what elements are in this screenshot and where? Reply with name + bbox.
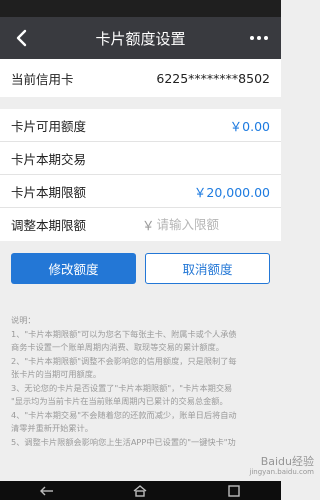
period-trade-label: 卡片本期交易: [11, 151, 87, 167]
available-limit-row: 卡片可用额度 ￥0.00: [0, 109, 281, 142]
period-trade-row: 卡片本期交易: [0, 142, 281, 175]
available-limit-label: 卡片可用额度: [11, 118, 87, 134]
watermark-brand: Baidu经验: [260, 455, 314, 468]
title-bar: 卡片额度设置: [0, 17, 281, 59]
adjust-limit-row: 调整本期限额 ￥: [0, 208, 281, 241]
watermark-url: jingyan.baidu.com: [249, 468, 314, 476]
nav-recent-icon[interactable]: [219, 481, 249, 500]
cancel-limit-button[interactable]: 取消额度: [145, 253, 270, 284]
adjust-limit-label: 调整本期限额: [11, 218, 87, 233]
page-title: 卡片额度设置: [95, 29, 186, 48]
notes-line: 3、无论您的卡片是否设置了"卡片本期限额"，"卡片本期交易: [11, 382, 233, 393]
limit-group: 卡片可用额度 ￥0.00 卡片本期交易 卡片本期限额 ￥20,000.00 调整…: [0, 109, 281, 241]
notes-line: 商务卡设置一个账单周期内消费、取现等交易的累计额度。: [11, 342, 224, 352]
notes-line: 张卡片的当期可用额度。: [11, 369, 102, 379]
period-limit-value: ￥20,000.00: [193, 184, 270, 200]
notes-line: 清零并重新开始累计。: [11, 423, 93, 433]
action-buttons: 修改额度 取消额度: [0, 253, 281, 284]
period-limit-row: 卡片本期限额 ￥20,000.00: [0, 175, 281, 208]
notes-line: 1、"卡片本期限额"可以为您名下每张主卡、附属卡或个人承债: [11, 328, 237, 339]
notes-line: "显示均为当前卡片在当前账单周期内已累计的交易总金额。: [11, 396, 228, 406]
more-dots-icon[interactable]: [247, 26, 271, 50]
current-card-number: 6225********8502: [156, 70, 270, 86]
notes-title: 说明：: [11, 315, 36, 325]
modify-limit-button[interactable]: 修改额度: [11, 253, 136, 284]
currency-symbol: ￥: [142, 218, 155, 233]
adjust-limit-input[interactable]: [156, 217, 267, 232]
current-card-row: 当前信用卡 6225********8502: [0, 59, 281, 97]
period-limit-label: 卡片本期限额: [11, 184, 87, 200]
notes-line: 4、"卡片本期交易"不会随着您的还款而减少，账单日后将自动: [11, 409, 237, 420]
watermark: Baidu经验 jingyan.baidu.com: [249, 456, 314, 478]
available-limit-value: ￥0.00: [229, 118, 270, 134]
adjust-limit-input-wrap: ￥: [142, 215, 270, 234]
current-card-label: 当前信用卡: [11, 71, 74, 87]
status-bar: [0, 0, 281, 17]
nav-back-icon[interactable]: [32, 481, 62, 500]
notes-line: 2、"卡片本期限额"调整不会影响您的信用额度，只是限制了每: [11, 355, 237, 366]
nav-home-icon[interactable]: [125, 481, 155, 500]
divider: [0, 97, 281, 109]
back-chevron-icon[interactable]: [10, 26, 34, 50]
system-nav-bar: [0, 481, 281, 500]
notes-line: 5、调整卡片限额会影响您上生活APP中已设置的"一键快卡"功: [11, 436, 236, 447]
notes-section: 说明： 1、"卡片本期限额"可以为您名下每张主卡、附属卡或个人承债 商务卡设置一…: [0, 314, 281, 464]
